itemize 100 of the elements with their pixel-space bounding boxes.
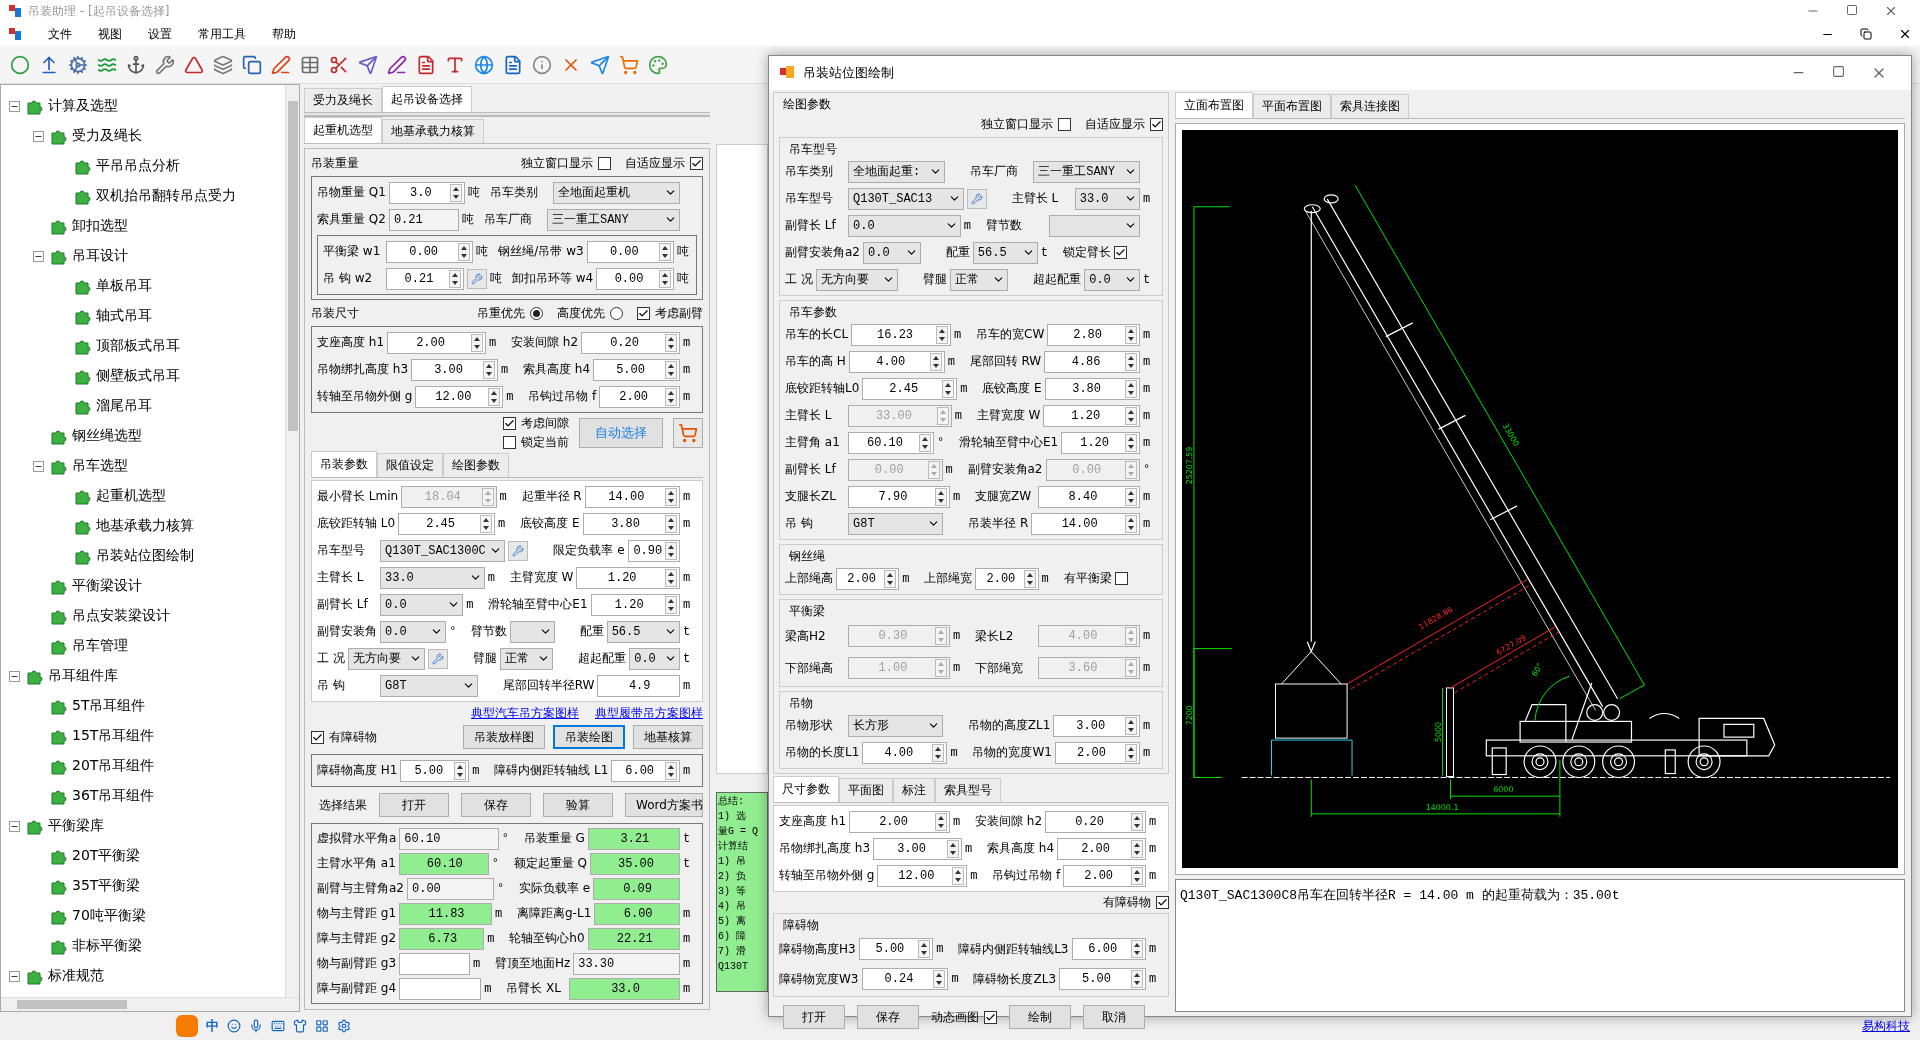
circle-icon[interactable] (10, 54, 30, 75)
link[interactable]: 典型汽车吊方案图样 (471, 704, 579, 722)
dropdown[interactable]: 0.0 (380, 620, 447, 643)
dropdown[interactable]: 无方向要 (347, 647, 425, 670)
checkbox[interactable]: 锁定当前 (503, 434, 569, 451)
restore-icon[interactable] (1860, 28, 1872, 40)
close-icon[interactable] (1898, 27, 1912, 41)
tree-item[interactable]: 地基承载力核算 (96, 517, 194, 535)
tree-item[interactable]: 20T吊耳组件 (72, 757, 155, 775)
dropdown[interactable]: 56.5 (606, 620, 680, 643)
spinner-icon[interactable] (919, 433, 931, 452)
tree-item[interactable]: 36T吊耳组件 (72, 787, 155, 805)
gear-icon[interactable] (68, 54, 88, 75)
tab[interactable]: 平面布置图 (1253, 94, 1331, 118)
spinner-icon[interactable] (1125, 487, 1137, 506)
dropdown[interactable]: 33.0 (380, 566, 485, 589)
number-field[interactable]: 14.00 (1031, 512, 1140, 535)
anchor-icon[interactable] (126, 54, 146, 75)
checkbox[interactable]: 动态画图 (931, 1008, 997, 1026)
settings-icon[interactable] (337, 1019, 351, 1033)
dropdown[interactable]: G8T (848, 512, 944, 535)
spinner-icon[interactable] (448, 269, 461, 288)
number-field[interactable]: 1.20 (576, 566, 680, 589)
spinner-icon[interactable] (480, 514, 493, 533)
dropdown[interactable]: 正常 (500, 647, 554, 670)
spinner-icon[interactable] (942, 379, 955, 398)
tree-item[interactable]: 吊耳组件库 (48, 667, 118, 685)
spinner-icon[interactable] (918, 940, 931, 958)
tree-item[interactable]: 计算及选型 (48, 97, 118, 115)
dropdown[interactable]: 0.0 (863, 241, 921, 264)
number-field[interactable]: 0.90 (627, 539, 680, 562)
tree-item[interactable]: 双机抬吊翻转吊点受力 (96, 187, 236, 205)
menu-item[interactable]: 文件 (48, 25, 72, 43)
collapse-icon[interactable] (33, 130, 44, 142)
value-field[interactable]: 0.00 (407, 877, 494, 900)
menu-item[interactable]: 帮助 (272, 25, 296, 43)
collapse-icon[interactable] (9, 670, 20, 682)
number-field[interactable]: 6.00 (1071, 938, 1146, 960)
dropdown[interactable]: 0.0 (380, 593, 464, 616)
value-field[interactable]: 11.83 (399, 902, 492, 925)
number-field[interactable]: 3.00 (411, 358, 498, 381)
grid-icon[interactable] (315, 1019, 329, 1033)
footer-button[interactable]: 打开 (783, 1005, 845, 1029)
checkbox[interactable]: 独立窗口显示 (981, 115, 1071, 133)
spinner-icon[interactable] (935, 487, 947, 506)
number-field[interactable]: 0.24 (861, 968, 949, 990)
value-field[interactable]: 35.00 (590, 852, 680, 875)
spinner-icon[interactable] (935, 812, 947, 831)
upload-icon[interactable] (39, 54, 59, 75)
spinner-icon[interactable] (665, 387, 677, 406)
spinner-icon[interactable] (932, 743, 945, 762)
value-field[interactable]: 3.21 (587, 827, 680, 850)
value-field[interactable]: 0.21 (388, 208, 459, 231)
maximize-icon[interactable] (1832, 65, 1845, 78)
tree-item[interactable]: 钢丝绳选型 (72, 427, 142, 445)
value-field[interactable] (399, 977, 482, 1000)
dropdown[interactable]: 56.5 (972, 241, 1038, 264)
number-field[interactable]: 2.00 (975, 567, 1039, 590)
spinner-icon[interactable] (1125, 433, 1137, 452)
cart-button[interactable] (673, 418, 703, 448)
spinner-icon[interactable] (665, 568, 677, 587)
spinner-icon[interactable] (659, 269, 671, 288)
spinner-icon[interactable] (1131, 970, 1143, 988)
footer-button[interactable]: 取消 (1083, 1005, 1145, 1029)
tool-button[interactable] (428, 648, 448, 669)
document-icon[interactable] (503, 54, 523, 75)
keyboard-icon[interactable] (271, 1019, 285, 1033)
dropdown[interactable]: 0.0 (848, 214, 961, 237)
tab[interactable]: 平面图 (839, 778, 893, 802)
spinner-icon[interactable] (458, 242, 471, 261)
shirt-icon[interactable] (293, 1019, 307, 1033)
tree-item[interactable]: 70吨平衡梁 (72, 907, 146, 925)
radio-button[interactable]: 吊重优先 (477, 304, 543, 322)
number-field[interactable]: 16.23 (851, 323, 951, 346)
number-field[interactable]: 7.90 (848, 485, 950, 508)
tree-item[interactable]: 吊车管理 (72, 637, 128, 655)
value-field[interactable]: 33.30 (573, 952, 680, 975)
number-field[interactable]: 0.21 (386, 267, 464, 290)
checkbox[interactable]: 自适应显示 (1085, 115, 1163, 133)
number-field[interactable]: 2.45 (398, 512, 496, 535)
tab[interactable]: 地基承载力核算 (382, 119, 484, 143)
checkbox[interactable]: 考虑副臂 (637, 304, 703, 322)
spinner-icon[interactable] (1125, 716, 1137, 735)
checkbox[interactable] (1114, 572, 1128, 585)
checkbox[interactable]: 自适应显示 (625, 154, 703, 172)
tab[interactable]: 立面布置图 (1175, 92, 1253, 118)
scrollbar[interactable] (285, 85, 299, 997)
result-button[interactable]: 打开 (379, 793, 449, 817)
tree-item[interactable]: 20T平衡梁 (72, 847, 141, 865)
spinner-icon[interactable] (665, 487, 677, 506)
info-icon[interactable] (532, 54, 552, 75)
document-icon[interactable] (416, 54, 436, 75)
tree-item[interactable]: 顶部板式吊耳 (96, 337, 180, 355)
triangle-icon[interactable] (184, 54, 204, 75)
microphone-icon[interactable] (249, 1019, 263, 1033)
number-field[interactable]: 4.00 (862, 741, 948, 764)
layers-icon[interactable] (213, 54, 233, 75)
dropdown[interactable]: 长方形 (848, 714, 943, 737)
spinner-icon[interactable] (665, 514, 677, 533)
number-field[interactable]: 0.00 (586, 240, 674, 263)
